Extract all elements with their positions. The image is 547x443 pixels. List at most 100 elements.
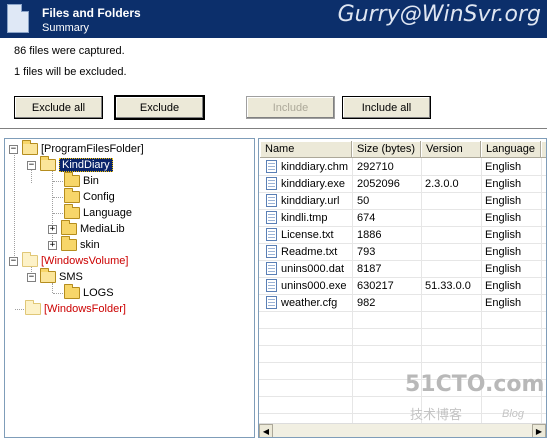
brand-watermark: 51CTO.com [405, 372, 545, 397]
table-row[interactable]: kinddiary.exe 2052096 2.3.0.0 English [259, 175, 546, 192]
document-icon [7, 4, 29, 33]
tree-node-label: Bin [83, 175, 99, 187]
table-row[interactable]: unins000.exe 630217 51.33.0.0 English [259, 277, 546, 294]
tree-node-skin[interactable]: + skin [48, 236, 100, 253]
column-header-name[interactable]: Name [260, 141, 352, 158]
tree-node-config[interactable]: Config [64, 188, 115, 205]
table-row[interactable]: kindli.tmp 674 English [259, 209, 546, 226]
table-row[interactable]: unins000.dat 8187 English [259, 260, 546, 277]
tree-node-medialib[interactable]: + MediaLib [48, 220, 125, 237]
table-row[interactable]: kinddiary.chm 292710 English [259, 158, 546, 175]
file-icon [266, 177, 277, 190]
tree-node-label: KindDiary [59, 158, 113, 172]
collapse-icon[interactable]: − [9, 144, 18, 154]
tree-node-label: [WindowsVolume] [41, 255, 129, 267]
include-button[interactable]: Include [246, 96, 335, 119]
file-size: 630217 [357, 279, 394, 292]
file-size: 982 [357, 296, 376, 309]
excluded-message: 1 files will be excluded. [14, 66, 127, 78]
horizontal-scrollbar[interactable]: ◀ ▶ [259, 423, 546, 437]
folder-icon [64, 172, 80, 187]
folder-icon [64, 284, 80, 299]
folder-icon [61, 236, 77, 251]
file-language: English [485, 177, 522, 190]
tree-node-label: Language [83, 207, 132, 219]
file-language: English [485, 211, 522, 224]
tree-node-language[interactable]: Language [64, 204, 132, 221]
column-header-version[interactable]: Version [421, 141, 481, 158]
tree-node-label: [ProgramFilesFolder] [41, 143, 144, 155]
collapse-icon[interactable]: − [27, 272, 36, 282]
table-row[interactable]: License.txt 1886 English [259, 226, 546, 243]
file-language: English [485, 279, 522, 292]
file-size: 8187 [357, 262, 382, 275]
file-language: English [485, 262, 522, 275]
file-name: kinddiary.chm [281, 160, 349, 173]
file-icon [266, 228, 277, 241]
file-name: unins000.exe [281, 279, 347, 292]
file-language: English [485, 160, 522, 173]
folder-icon [25, 300, 41, 315]
tree-node-kinddiary[interactable]: − KindDiary [27, 156, 113, 173]
tree-node-label: MediaLib [80, 223, 125, 235]
header-watermark: Gurry@WinSvr.org [337, 2, 541, 27]
file-size: 1886 [357, 228, 382, 241]
column-header-language[interactable]: Language [481, 141, 541, 158]
file-name: License.txt [281, 228, 334, 241]
file-icon [266, 296, 277, 309]
tree-node-label: LOGS [83, 287, 114, 299]
file-icon [266, 245, 277, 258]
folder-icon [64, 204, 80, 219]
collapse-icon[interactable]: − [9, 256, 18, 266]
column-header-size[interactable]: Size (bytes) [352, 141, 421, 158]
cn-watermark: 技术博客 [410, 407, 463, 422]
folder-icon [61, 220, 77, 235]
file-language: English [485, 228, 522, 241]
scroll-left-icon[interactable]: ◀ [259, 424, 273, 437]
file-icon [266, 279, 277, 292]
file-name: Readme.txt [281, 245, 338, 258]
wizard-header: Files and Folders Summary Gurry@WinSvr.o… [0, 0, 547, 38]
file-name: weather.cfg [281, 296, 338, 309]
tree-node-label: Config [83, 191, 115, 203]
expand-icon[interactable]: + [48, 224, 57, 234]
page-subtitle: Summary [42, 22, 90, 34]
table-row[interactable]: kinddiary.url 50 English [259, 192, 546, 209]
collapse-icon[interactable]: − [27, 160, 36, 170]
tree-node-bin[interactable]: Bin [64, 172, 99, 189]
folder-open-icon [40, 268, 56, 283]
table-row[interactable]: Readme.txt 793 English [259, 243, 546, 260]
file-icon [266, 262, 277, 275]
file-version: 2.3.0.0 [425, 177, 459, 190]
folder-open-icon [40, 156, 56, 171]
file-version: 51.33.0.0 [425, 279, 471, 292]
file-language: English [485, 194, 522, 207]
page-title: Files and Folders [42, 6, 141, 20]
tree-node-sms[interactable]: − SMS [27, 268, 83, 285]
folder-tree[interactable]: − [ProgramFilesFolder] − KindDiary Bin C… [4, 138, 255, 438]
file-size: 50 [357, 194, 370, 207]
file-name: unins000.dat [281, 262, 344, 275]
column-header-extra[interactable]: C [541, 141, 546, 158]
scroll-right-icon[interactable]: ▶ [532, 424, 546, 437]
folder-icon [64, 188, 80, 203]
include-all-button[interactable]: Include all [342, 96, 431, 119]
file-icon [266, 160, 277, 173]
file-size: 2052096 [357, 177, 400, 190]
tree-node-logs[interactable]: LOGS [64, 284, 114, 301]
tree-node-label: skin [80, 239, 100, 251]
file-size: 292710 [357, 160, 394, 173]
captured-message: 86 files were captured. [14, 45, 125, 57]
exclude-all-button[interactable]: Exclude all [14, 96, 103, 119]
tree-node-programfilesfolder[interactable]: − [ProgramFilesFolder] [9, 140, 144, 157]
file-size: 793 [357, 245, 376, 258]
tree-node-label: [WindowsFolder] [44, 303, 126, 315]
tree-node-label: SMS [59, 271, 83, 283]
exclude-button[interactable]: Exclude [114, 95, 205, 120]
tree-node-windowsfolder[interactable]: [WindowsFolder] [25, 300, 126, 317]
folder-open-icon [22, 140, 38, 155]
file-icon [266, 194, 277, 207]
tree-node-windowsvolume[interactable]: − [WindowsVolume] [9, 252, 129, 269]
expand-icon[interactable]: + [48, 240, 57, 250]
table-row[interactable]: weather.cfg 982 English [259, 294, 546, 311]
